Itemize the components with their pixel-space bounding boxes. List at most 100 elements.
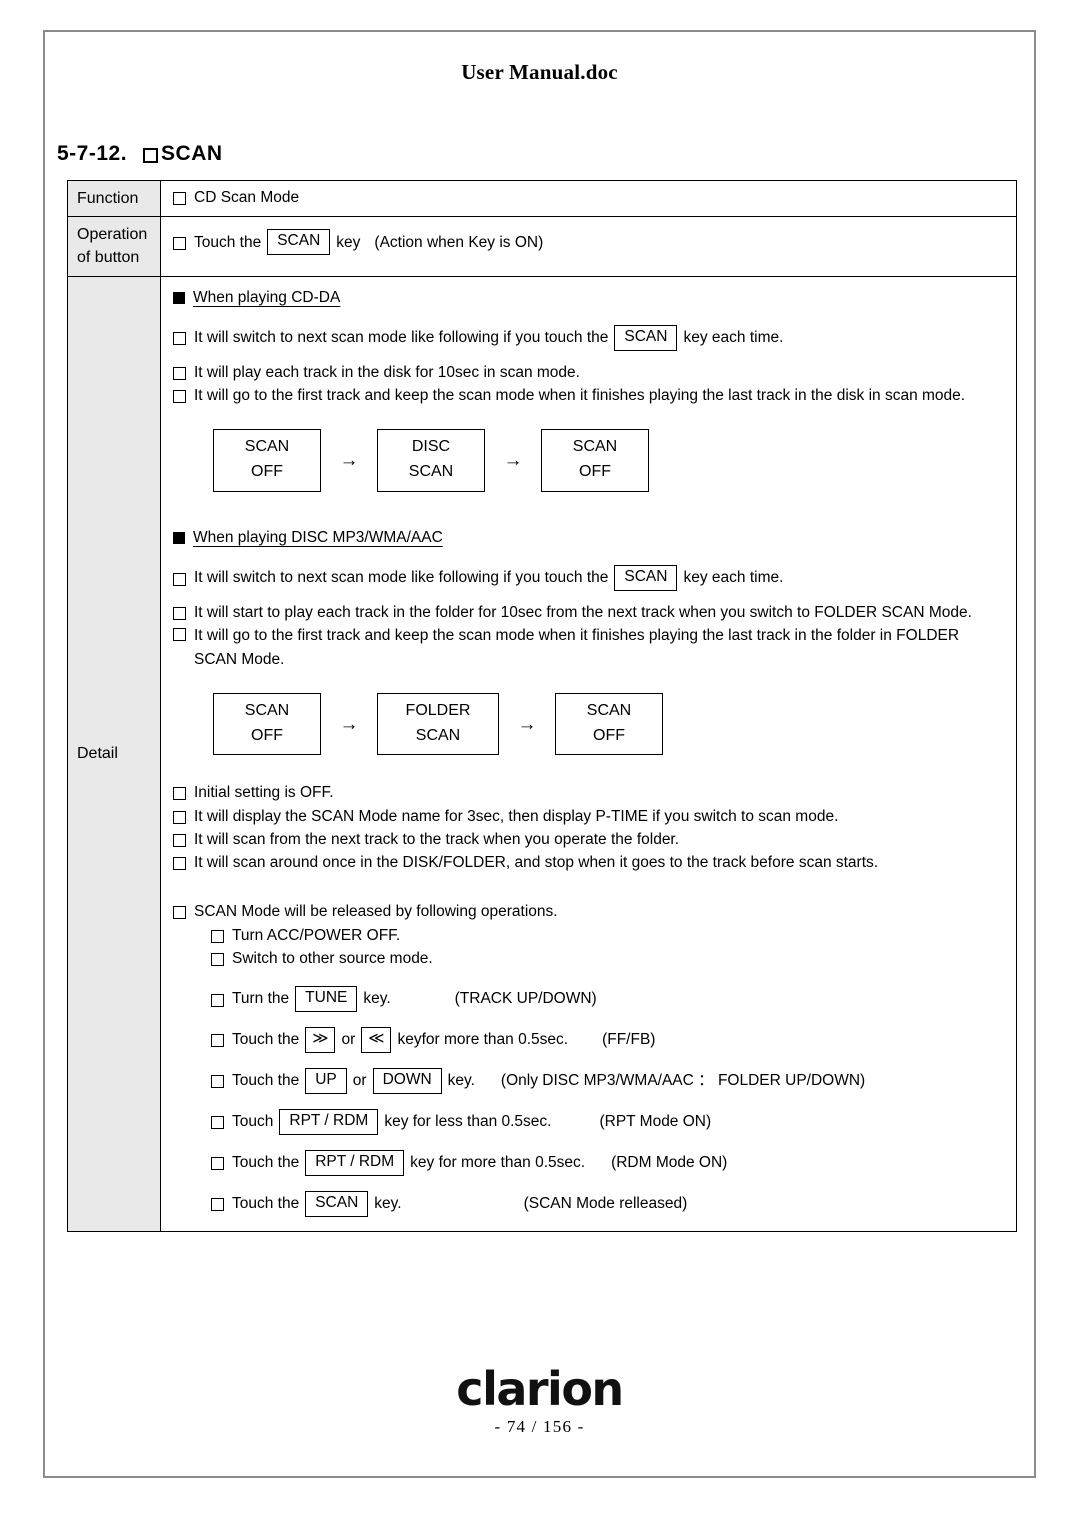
release-item-rdm-note: (RDM Mode ON) [611,1154,728,1172]
checkbox-icon [173,572,186,586]
state-line2: SCAN [415,726,461,744]
checkbox-icon [211,1198,224,1212]
table-row-function: Function CD Scan Mode [67,179,1017,218]
release-item-rpt-note: (RPT Mode ON) [599,1113,712,1131]
mp3-bullet-3-text: It will go to the first track and keep t… [194,627,960,668]
state-line1: SCAN [572,438,618,456]
detail-note-2: It will display the SCAN Mode name for 3… [173,805,1008,828]
release-item-scan-post: key. [374,1195,402,1213]
operation-note: (Action when Key is ON) [374,233,544,251]
tune-key-button[interactable]: TUNE [295,986,358,1013]
mp3-state-flow: SCAN OFF → FOLDER SCAN → SCAN OFF [213,692,1008,756]
scan-key-button[interactable]: SCAN [305,1190,369,1217]
scan-key-button[interactable]: SCAN [267,229,331,256]
state-line1: SCAN [244,438,290,456]
cdda-bullet-2: It will play each track in the disk for … [173,361,1008,384]
checkbox-icon [211,1157,224,1171]
detail-note-4-text: It will scan around once in the DISK/FOL… [194,854,879,872]
mp3-heading-text: When playing DISC MP3/WMA/AAC [193,528,443,546]
release-item-rpt-pre: Touch [232,1113,274,1131]
row-label-operation-line2: of button [77,249,140,267]
release-item-source-mode: Switch to other source mode. [211,947,1008,970]
checkbox-icon [211,993,224,1007]
checkbox-icon [173,607,186,621]
state-line2: OFF [579,463,611,481]
filled-square-icon [173,532,185,545]
table-row-detail: Detail When playing CD-DA It will switch… [67,275,1017,1232]
rpt-rdm-key-button[interactable]: RPT / RDM [305,1149,405,1176]
release-item-ff-fb: Touch the ≫ or ≪ keyfor more than 0.5sec… [211,1027,1008,1053]
state-line1: SCAN [586,701,632,719]
checkbox-icon [173,906,186,920]
release-item-tune-note: (TRACK UP/DOWN) [454,990,597,1008]
mp3-bullet-2: It will start to play each track in the … [173,601,1008,624]
row-content-operation: Touch the SCAN key (Action when Key is O… [160,216,1017,277]
row-label-detail: Detail [67,275,161,1232]
cdda-bullet-1: It will switch to next scan mode like fo… [173,324,1008,351]
release-item-ff-fb-pre: Touch the [232,1031,300,1049]
checkbox-icon [173,833,186,847]
arrow-icon: → [517,713,537,735]
release-item-source-mode-text: Switch to other source mode. [232,949,433,967]
release-item-folder-mid: or [352,1072,367,1090]
cdda-bullet-1-post: key each time. [683,329,784,347]
arrow-icon: → [339,450,359,472]
row-label-operation: Operation of button [67,216,161,277]
release-item-rdm: Touch the RPT / RDM key for more than 0.… [211,1149,1008,1176]
filled-square-icon [173,292,185,305]
state-box: SCAN OFF [555,692,663,756]
checkbox-icon [173,810,186,824]
state-box: FOLDER SCAN [377,692,499,756]
state-line1: SCAN [244,701,290,719]
checkbox-icon [173,236,186,250]
release-heading-text: SCAN Mode will be released by following … [194,903,558,921]
release-heading: SCAN Mode will be released by following … [173,900,1008,923]
release-item-acc-power-text: Turn ACC/POWER OFF. [232,926,401,944]
fast-back-key-button[interactable]: ≪ [361,1027,392,1053]
state-line2: OFF [251,726,283,744]
mp3-bullet-3: It will go to the first track and keep t… [173,624,1003,671]
checkbox-icon [173,787,186,801]
release-item-folder-up-down: Touch the UP or DOWN key. (Only DISC MP3… [211,1067,1008,1094]
state-box: SCAN OFF [213,429,321,492]
detail-note-1: Initial setting is OFF. [173,781,1008,804]
release-item-scan-pre: Touch the [232,1195,300,1213]
checkbox-icon [173,332,186,346]
empty-checkbox-icon [143,147,159,163]
mp3-bullet-1: It will switch to next scan mode like fo… [173,565,1008,591]
spec-table: Function CD Scan Mode Operation of butto… [67,179,1017,1232]
up-key-button[interactable]: UP [305,1067,347,1094]
scan-key-button[interactable]: SCAN [614,324,678,351]
rpt-rdm-key-button[interactable]: RPT / RDM [279,1108,379,1135]
state-line2: OFF [251,463,283,481]
release-item-scan-note: (SCAN Mode relleased) [523,1195,688,1213]
release-item-tune: Turn the TUNE key. (TRACK UP/DOWN) [211,986,1008,1013]
release-item-rpt: Touch RPT / RDM key for less than 0.5sec… [211,1108,1008,1135]
cdda-bullet-2-text: It will play each track in the disk for … [194,363,580,381]
fast-forward-key-button[interactable]: ≫ [305,1027,336,1053]
row-label-function: Function [67,179,161,218]
detail-note-4: It will scan around once in the DISK/FOL… [173,851,1008,874]
release-item-rpt-post: key for less than 0.5sec. [384,1113,552,1131]
state-line2: SCAN [408,463,454,481]
release-item-tune-pre: Turn the [232,990,290,1008]
cdda-state-flow: SCAN OFF → DISC SCAN → SCAN OFF [213,429,1008,492]
release-item-tune-post: key. [363,990,391,1008]
scan-key-button[interactable]: SCAN [614,565,678,591]
release-item-rdm-post: key for more than 0.5sec. [410,1154,586,1172]
mp3-bullet-1-post: key each time. [683,569,784,587]
state-box: SCAN OFF [541,429,649,492]
release-item-scan: Touch the SCAN key. (SCAN Mode relleased… [211,1190,1008,1217]
row-content-detail: When playing CD-DA It will switch to nex… [160,275,1017,1232]
page-sheet: User Manual.doc 5-7-12. SCAN Function CD… [43,30,1036,1478]
down-key-button[interactable]: DOWN [372,1067,442,1094]
release-item-ff-fb-note: (FF/FB) [602,1031,656,1049]
checkbox-icon [173,628,186,642]
document-header-title: User Manual.doc [461,60,618,84]
row-content-function: CD Scan Mode [160,179,1017,218]
row-label-operation-line1: Operation [77,226,148,244]
section-number: 5-7-12. [57,142,128,165]
operation-suffix: key [336,233,361,251]
cdda-heading: When playing CD-DA [173,286,1008,309]
release-item-rdm-pre: Touch the [232,1154,300,1172]
